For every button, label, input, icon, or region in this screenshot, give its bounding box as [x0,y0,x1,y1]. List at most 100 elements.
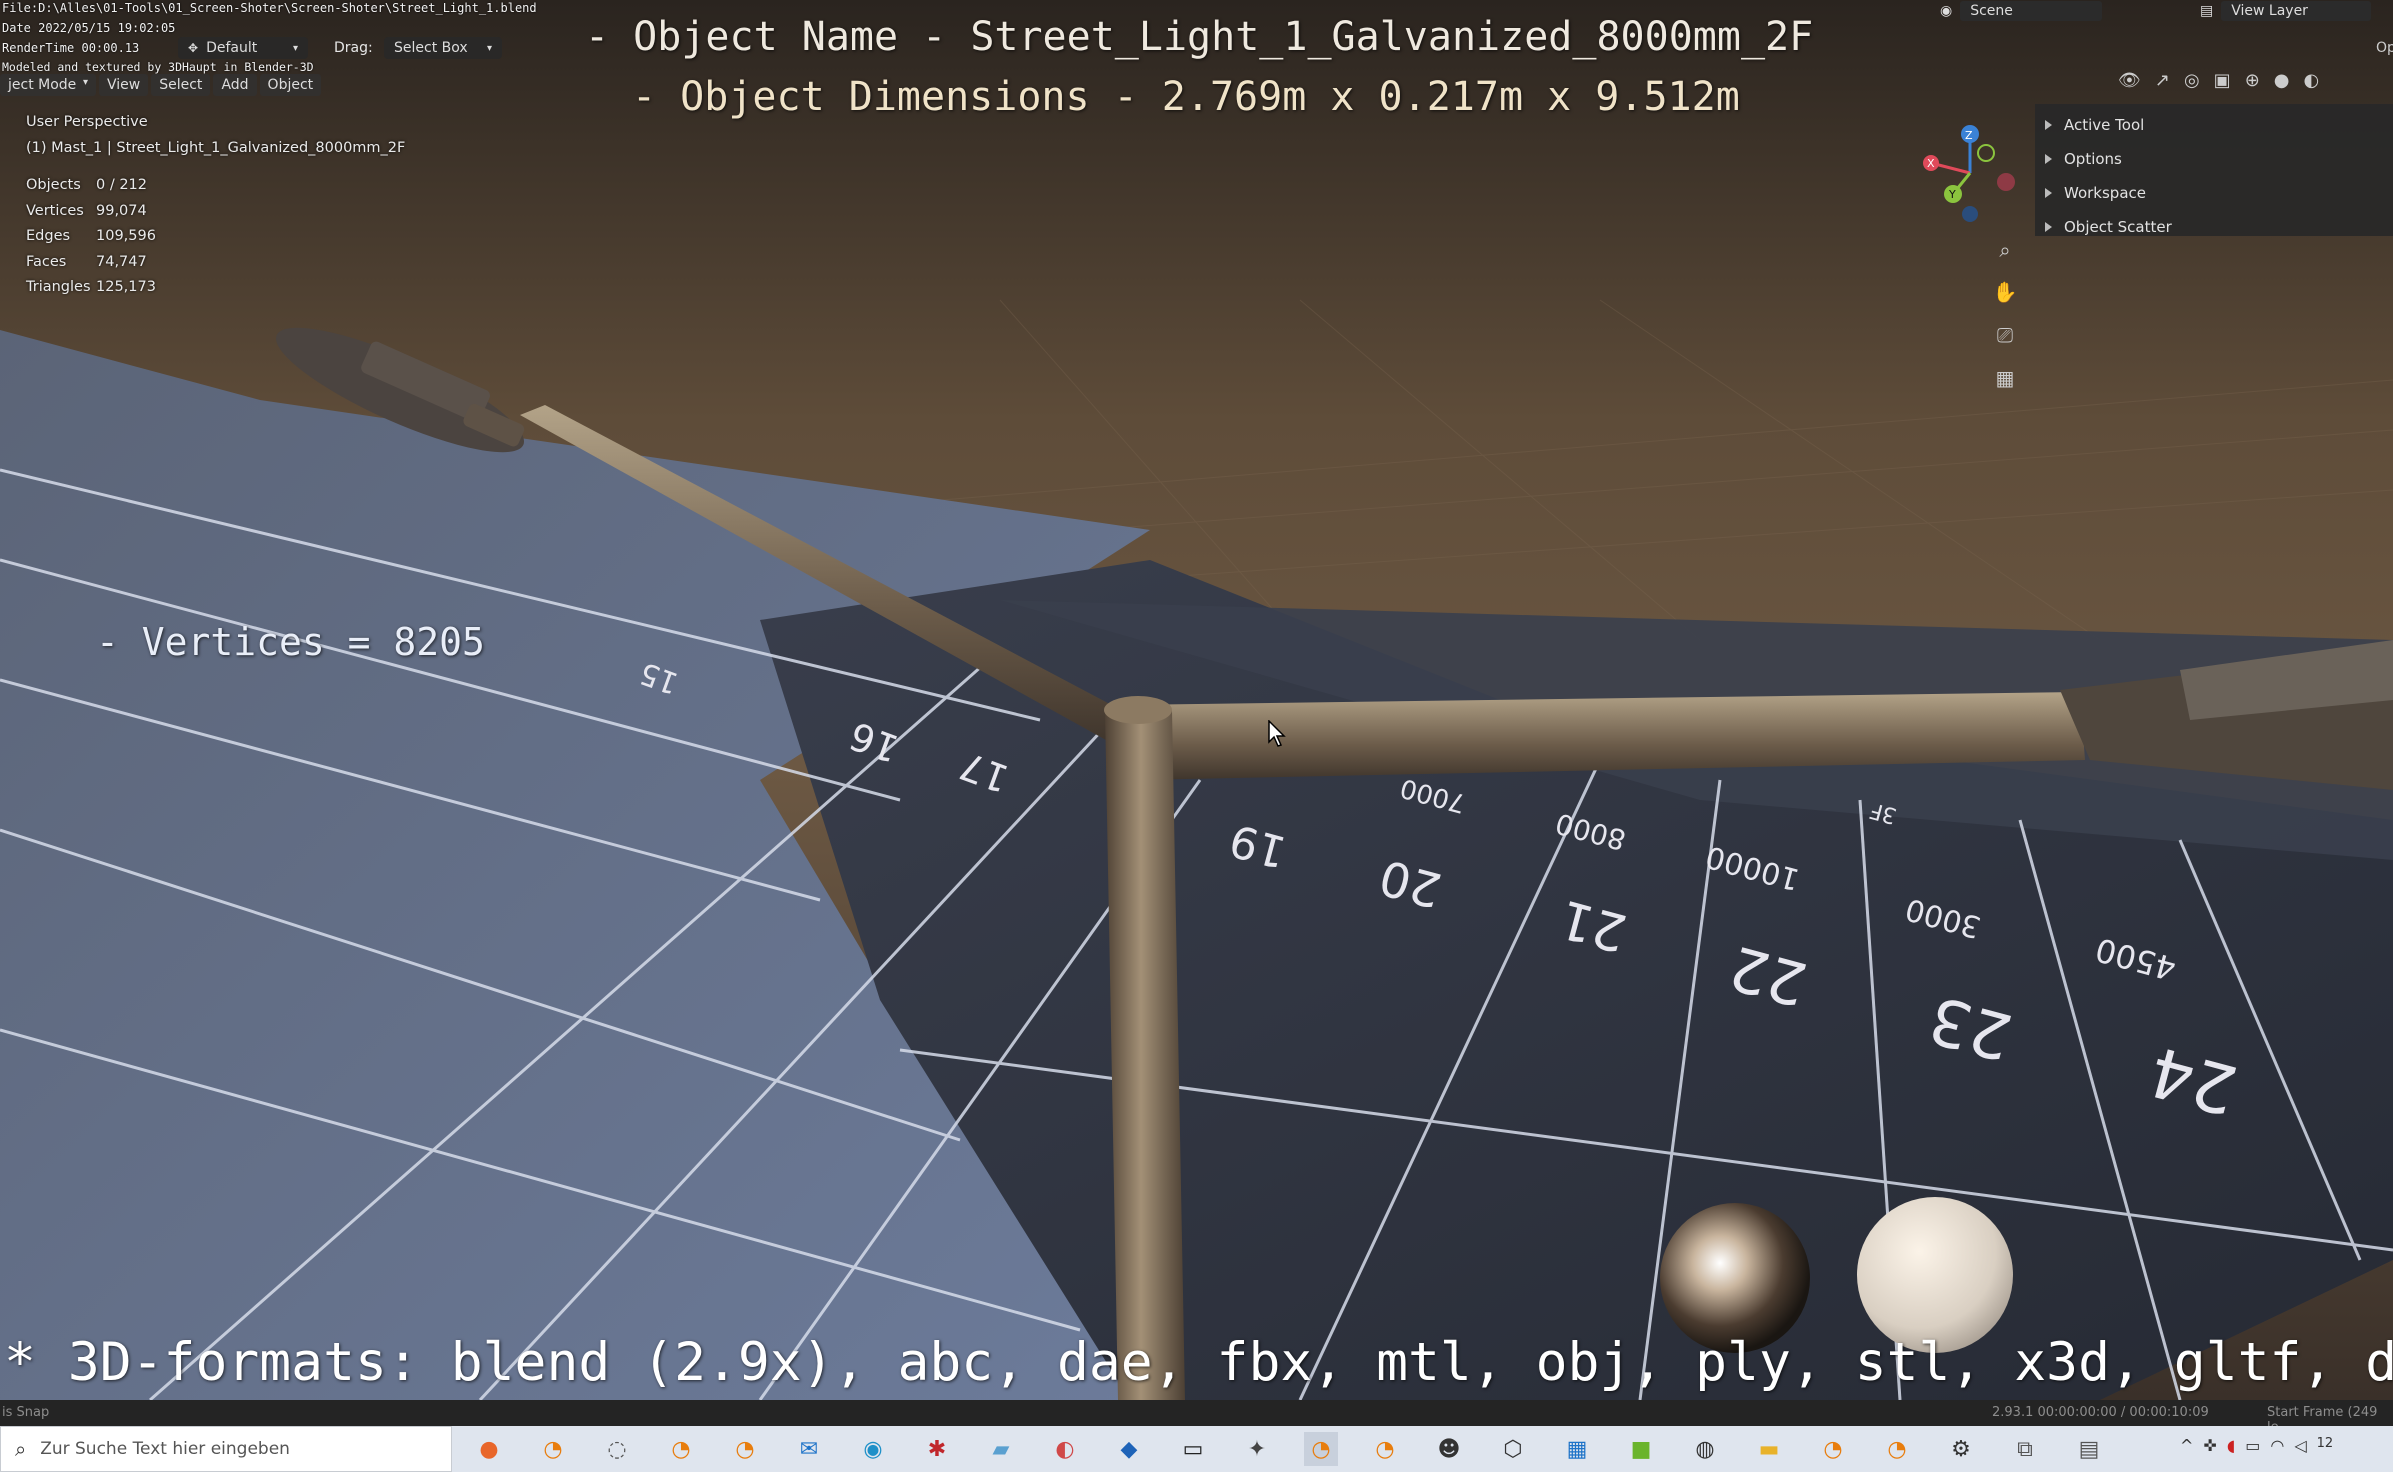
options-edge-label[interactable]: Op [2376,40,2393,56]
3d-viewport[interactable]: 15 16 17 19 20 21 22 23 24 7000 8000 100… [0,0,2393,1400]
menu-add[interactable]: Add [213,74,257,96]
stat-value: 0 / 212 [96,177,148,193]
mode-dropdown[interactable]: ject Mode ▾ [0,74,96,96]
sidebar-panel: Active Tool Options Workspace Object Sca… [2035,104,2393,236]
status-left-text: is Snap [2,1405,50,1420]
orientation-dropdown[interactable]: ✥ Default ▾ [178,37,308,59]
visibility-icon[interactable]: 👁 [2118,70,2141,91]
ground-mm-3000: 3000 [1901,890,1985,945]
sidebar-item-workspace[interactable]: Workspace [2035,176,2393,210]
file-path-text: File:D:\Alles\01-Tools\01_Screen-Shoter\… [2,1,537,15]
tray-clock[interactable]: 12 [2317,1436,2334,1455]
camera-icon[interactable]: ⎚ [1988,318,2022,352]
pan-hand-icon[interactable]: ✋ [1988,275,2022,309]
drag-select-dropdown[interactable]: Select Box ▾ [384,37,502,59]
window-icon[interactable]: ▤ [2072,1432,2106,1466]
perspective-label: User Perspective [26,114,148,130]
drag-label: Drag: [334,40,373,56]
blender-icon[interactable]: ◔ [728,1432,762,1466]
wireframe-shading-icon[interactable]: ⊕ [2245,70,2260,91]
store-icon[interactable]: ◆ [1112,1432,1146,1466]
ground-mm-10000: 10000 [1702,838,1804,897]
expand-triangle-icon [2045,188,2052,198]
network-icon[interactable]: ⧉ [2008,1432,2042,1466]
menu-view[interactable]: View [99,74,149,96]
collection-label: (1) Mast_1 | Street_Light_1_Galvanized_8… [26,139,406,156]
blender-icon[interactable]: ◔ [1816,1432,1850,1466]
folder-icon[interactable]: ▬ [1752,1432,1786,1466]
gizmo-y-label: Y [1948,188,1956,201]
chevron-up-icon[interactable]: ^ [2180,1436,2193,1455]
tray-red-icon[interactable]: ◖ [2227,1436,2235,1455]
cube-icon[interactable]: ⬡ [1496,1432,1530,1466]
expand-triangle-icon [2045,120,2052,130]
sidebar-item-object-scatter[interactable]: Object Scatter [2035,210,2393,244]
viewport-menu-bar: ject Mode ▾ View Select Add Object [0,72,324,98]
blender-icon[interactable]: ◔ [1368,1432,1402,1466]
stat-label: Triangles [26,279,91,295]
game-icon[interactable]: ✦ [1240,1432,1274,1466]
edge-icon[interactable]: ◉ [856,1432,890,1466]
menu-select[interactable]: Select [151,74,211,96]
solid-shading-icon[interactable]: ● [2274,70,2290,91]
notes-icon[interactable]: ▰ [984,1432,1018,1466]
settings-icon[interactable]: ⚙ [1944,1432,1978,1466]
stat-value: 99,074 [96,202,147,219]
sidebar-item-options[interactable]: Options [2035,142,2393,176]
gizmo-x-label: X [1927,157,1935,170]
calendar-icon[interactable]: ▦ [1560,1432,1594,1466]
blender-icon[interactable]: ◔ [1304,1432,1338,1466]
speaker-icon[interactable]: ◁ [2294,1436,2306,1455]
tray-app-icon[interactable]: ✜ [2203,1436,2216,1455]
sidebar-item-label: Active Tool [2064,116,2145,134]
gizmo-neg-y[interactable] [1977,144,1995,162]
blender-icon[interactable]: ◔ [664,1432,698,1466]
menu-object[interactable]: Object [259,74,322,96]
stat-value: 125,173 [96,279,156,295]
battery-icon[interactable]: ▭ [2245,1436,2260,1455]
sidebar-item-label: Object Scatter [2064,218,2172,236]
view-layer-selector[interactable]: ▤ View Layer [2200,0,2372,22]
navigation-gizmo[interactable]: Z X Y [1915,118,2015,228]
nvidia-icon[interactable]: ■ [1624,1432,1658,1466]
search-placeholder: Zur Suche Text hier eingeben [40,1439,290,1459]
mail-icon[interactable]: ✉ [792,1432,826,1466]
zoom-icon[interactable]: ⌕ [1988,233,2022,267]
sidebar-item-label: Options [2064,150,2122,168]
overlay-toggle-icon[interactable]: ◎ [2184,70,2200,91]
taskbar-search[interactable]: ⌕ Zur Suche Text hier eingeben [0,1426,452,1472]
view-layer-field[interactable]: View Layer [2221,1,2372,21]
vertices-overlay: - Vertices = 8205 [96,620,485,664]
blender-icon[interactable]: ◔ [1880,1432,1914,1466]
gizmo-toggle-icon[interactable]: ↗ [2155,70,2170,91]
obs-icon[interactable]: ◍ [1688,1432,1722,1466]
gizmo-neg-x[interactable] [1997,173,2015,191]
wifi-icon[interactable]: ◠ [2270,1436,2284,1455]
ground-number-20: 20 [1373,848,1448,918]
panda-icon[interactable]: ☻ [1432,1432,1466,1466]
ground-number-21: 21 [1553,887,1633,963]
scene-field[interactable]: Scene [1960,1,2103,21]
gizmo-neg-z[interactable] [1962,206,1978,222]
chevron-down-icon: ▾ [82,77,88,88]
scene-selector[interactable]: ◉ Scene [1940,0,2103,22]
app-red-icon[interactable]: ✱ [920,1432,954,1466]
blender-app-icon[interactable]: ◌ [600,1432,634,1466]
chevron-down-icon: ▾ [486,42,492,54]
xray-icon[interactable]: ▣ [2214,70,2231,91]
material-shading-icon[interactable]: ◐ [2304,70,2320,91]
ground-mm-4500: 4500 [2091,930,2180,988]
stat-label: Vertices [26,202,84,219]
paint-icon[interactable]: ◐ [1048,1432,1082,1466]
stat-edges: Edges 109,596 [26,228,405,254]
grid-view-icon[interactable]: ▦ [1988,361,2022,395]
ground-number-24: 24 [2141,1030,2246,1129]
stat-vertices: Vertices 99,074 [26,203,405,229]
stat-label: Objects [26,177,81,193]
firefox-icon[interactable]: ● [472,1432,506,1466]
blender-icon[interactable]: ◔ [536,1432,570,1466]
ground-number-23: 23 [1921,980,2020,1074]
date-text: Date 2022/05/15 19:02:05 [2,21,176,35]
sidebar-item-active-tool[interactable]: Active Tool [2035,108,2393,142]
terminal-icon[interactable]: ▭ [1176,1432,1210,1466]
